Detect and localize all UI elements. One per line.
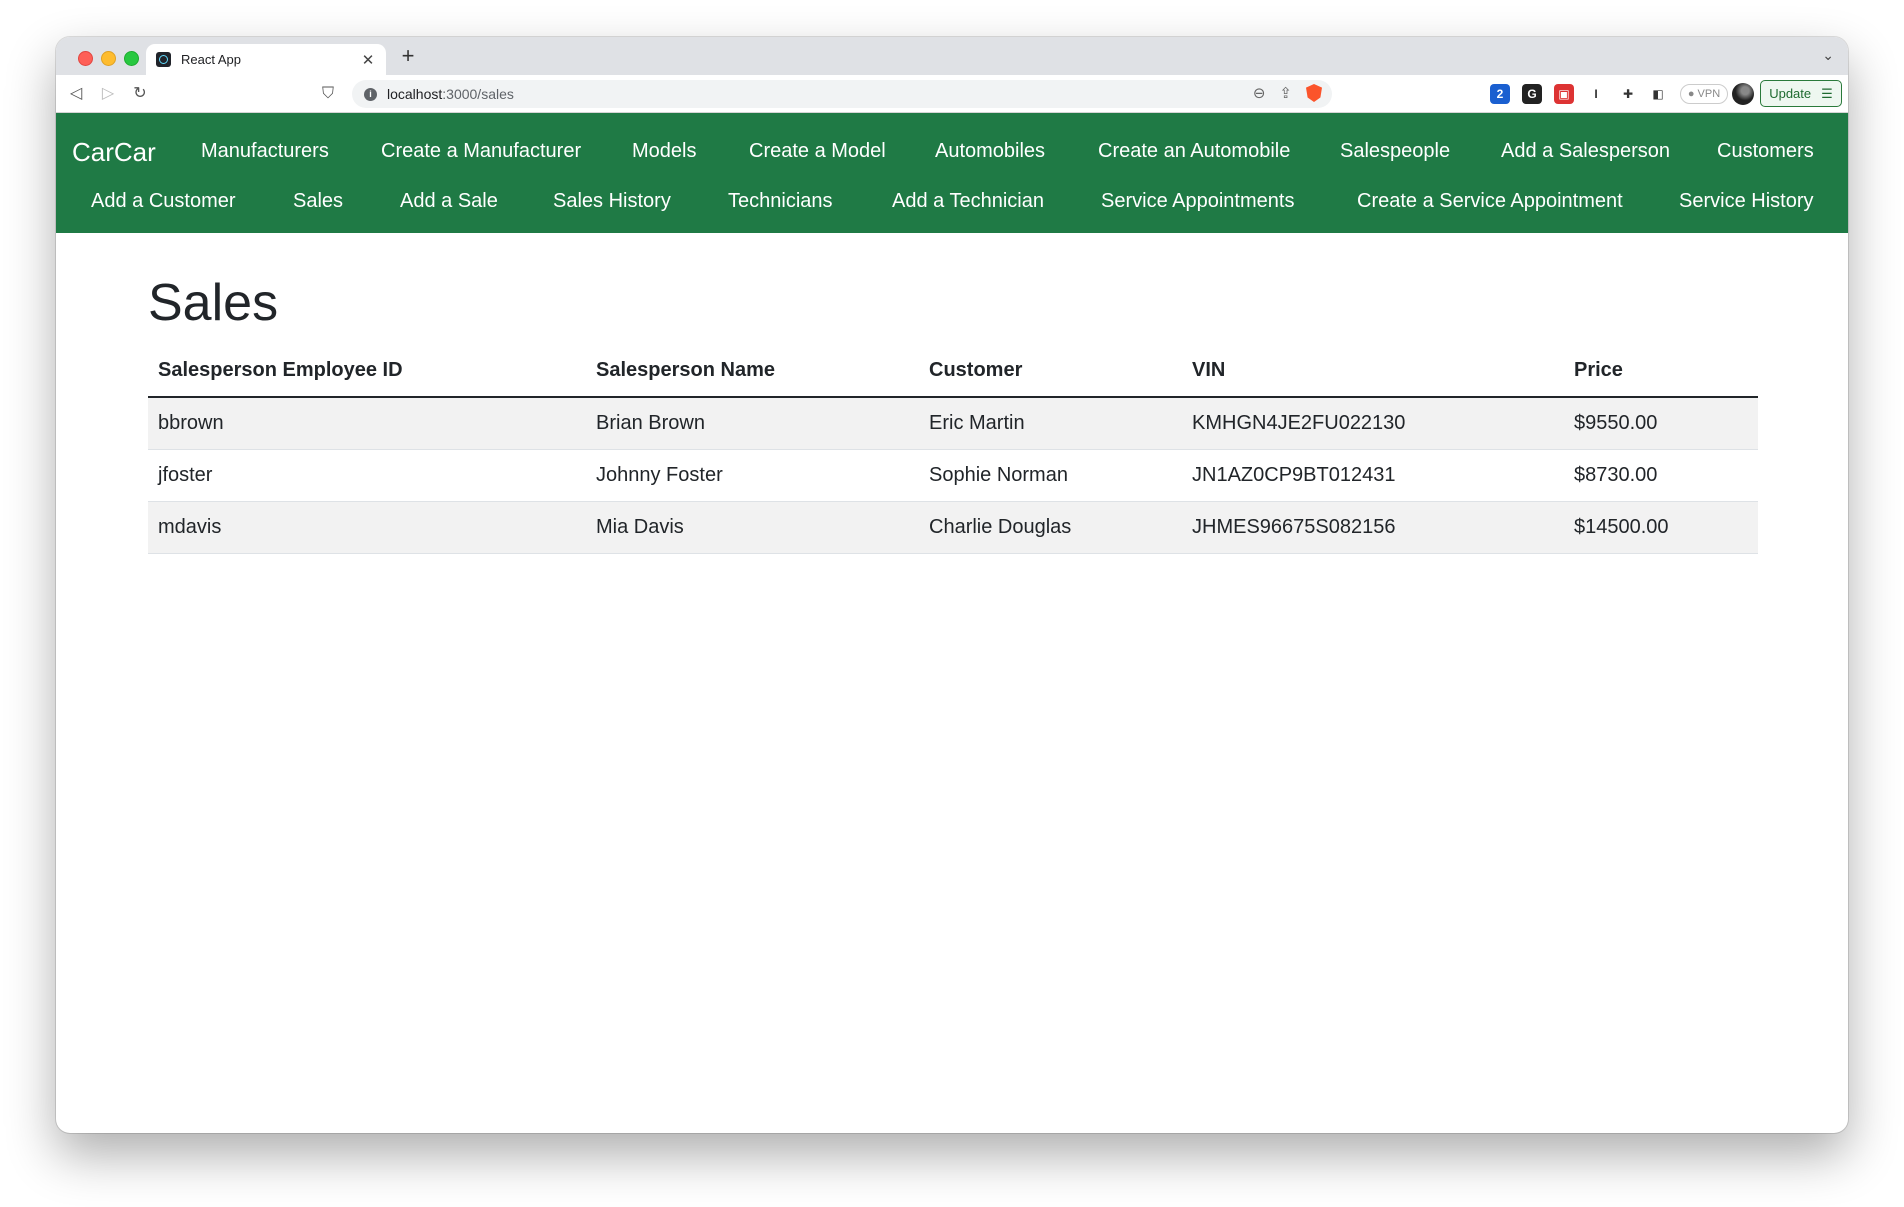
- nav-link-sales-history[interactable]: Sales History: [553, 190, 671, 213]
- brave-shields-icon[interactable]: [1306, 84, 1322, 102]
- cell-customer: Eric Martin: [919, 397, 1182, 450]
- site-info-icon[interactable]: i: [364, 87, 377, 101]
- back-icon[interactable]: ◁: [66, 84, 86, 104]
- cell-vin: JHMES96675S082156: [1182, 501, 1564, 554]
- new-tab-button[interactable]: +: [396, 44, 420, 68]
- cell-employee-id: mdavis: [148, 501, 586, 554]
- nav-link-customers[interactable]: Customers: [1717, 140, 1814, 163]
- column-header-vin: VIN: [1182, 349, 1564, 398]
- tab-strip: React App ✕ + ⌄: [56, 37, 1848, 75]
- nav-link-manufacturers[interactable]: Manufacturers: [201, 140, 329, 163]
- nav-link-add-salesperson[interactable]: Add a Salesperson: [1501, 140, 1670, 163]
- address-bar-actions: ⊖ ⇪: [1253, 84, 1322, 102]
- nav-link-automobiles[interactable]: Automobiles: [935, 140, 1045, 163]
- close-window-button[interactable]: [78, 51, 93, 66]
- column-header-employee-id: Salesperson Employee ID: [148, 349, 586, 398]
- reload-icon[interactable]: ↻: [130, 84, 150, 104]
- brand-link[interactable]: CarCar: [72, 137, 156, 168]
- tab-title: React App: [181, 52, 241, 67]
- nav-link-create-manufacturer[interactable]: Create a Manufacturer: [381, 140, 581, 163]
- zoom-icon[interactable]: ⊖: [1253, 84, 1266, 102]
- browser-toolbar: ◁ ▷ ↻ ⛉ i localhost:3000/sales ⊖ ⇪ 2 G ▣…: [56, 75, 1848, 113]
- nav-link-technicians[interactable]: Technicians: [728, 190, 833, 213]
- page-title: Sales: [148, 274, 279, 332]
- nav-link-add-customer[interactable]: Add a Customer: [91, 190, 236, 213]
- cell-price: $9550.00: [1564, 397, 1758, 450]
- tab-close-icon[interactable]: ✕: [360, 51, 376, 69]
- column-header-customer: Customer: [919, 349, 1182, 398]
- menu-icon: ☰: [1821, 85, 1833, 101]
- browser-tab[interactable]: React App ✕: [146, 44, 386, 75]
- update-button[interactable]: Update ☰: [1760, 80, 1842, 107]
- browser-window: React App ✕ + ⌄ ◁ ▷ ↻ ⛉ i localhost:3000…: [56, 37, 1848, 1133]
- tab-search-chevron-icon[interactable]: ⌄: [1822, 47, 1834, 64]
- bookmark-icon[interactable]: ⛉: [318, 84, 338, 104]
- maximize-window-button[interactable]: [124, 51, 139, 66]
- table-row: jfoster Johnny Foster Sophie Norman JN1A…: [148, 449, 1758, 502]
- extension-red-icon[interactable]: ▣: [1554, 84, 1574, 104]
- table-header-row: Salesperson Employee ID Salesperson Name…: [148, 349, 1758, 398]
- cell-employee-id: bbrown: [148, 397, 586, 450]
- cell-vin: JN1AZ0CP9BT012431: [1182, 449, 1564, 502]
- url-host: localhost: [387, 86, 443, 102]
- cell-price: $8730.00: [1564, 449, 1758, 502]
- extension-calendar-icon[interactable]: 2: [1490, 84, 1510, 104]
- cell-customer: Charlie Douglas: [919, 501, 1182, 554]
- column-header-price: Price: [1564, 349, 1758, 398]
- cell-salesperson-name: Johnny Foster: [586, 449, 919, 502]
- nav-link-models[interactable]: Models: [632, 140, 696, 163]
- cell-employee-id: jfoster: [148, 449, 586, 502]
- nav-link-create-service-appointment[interactable]: Create a Service Appointment: [1357, 190, 1623, 213]
- address-bar[interactable]: i localhost:3000/sales ⊖ ⇪: [352, 80, 1332, 108]
- react-favicon-icon: [156, 52, 171, 67]
- url-path: :3000/sales: [442, 86, 514, 102]
- share-icon[interactable]: ⇪: [1279, 84, 1292, 102]
- table-row: bbrown Brian Brown Eric Martin KMHGN4JE2…: [148, 397, 1758, 450]
- sales-table: Salesperson Employee ID Salesperson Name…: [148, 349, 1758, 554]
- nav-link-create-model[interactable]: Create a Model: [749, 140, 886, 163]
- nav-link-service-appointments[interactable]: Service Appointments: [1101, 190, 1294, 213]
- nav-link-add-technician[interactable]: Add a Technician: [892, 190, 1044, 213]
- window-controls: [78, 51, 139, 66]
- nav-link-create-automobile[interactable]: Create an Automobile: [1098, 140, 1290, 163]
- cell-customer: Sophie Norman: [919, 449, 1182, 502]
- extension-grammarly-icon[interactable]: G: [1522, 84, 1542, 104]
- sidebar-icon[interactable]: ◧: [1648, 84, 1668, 104]
- vpn-button[interactable]: ● VPN: [1680, 84, 1728, 104]
- table-row: mdavis Mia Davis Charlie Douglas JHMES96…: [148, 501, 1758, 554]
- nav-link-service-history[interactable]: Service History: [1679, 190, 1813, 213]
- cell-price: $14500.00: [1564, 501, 1758, 554]
- extension-cursor-icon[interactable]: I: [1586, 84, 1606, 104]
- app-navbar: CarCar Manufacturers Create a Manufactur…: [56, 113, 1848, 233]
- column-header-salesperson-name: Salesperson Name: [586, 349, 919, 398]
- extensions-puzzle-icon[interactable]: ✚: [1618, 84, 1638, 104]
- minimize-window-button[interactable]: [101, 51, 116, 66]
- nav-link-add-sale[interactable]: Add a Sale: [400, 190, 498, 213]
- nav-link-salespeople[interactable]: Salespeople: [1340, 140, 1450, 163]
- cell-vin: KMHGN4JE2FU022130: [1182, 397, 1564, 450]
- forward-icon[interactable]: ▷: [98, 84, 118, 104]
- profile-avatar-icon[interactable]: [1732, 83, 1754, 105]
- cell-salesperson-name: Brian Brown: [586, 397, 919, 450]
- nav-link-sales[interactable]: Sales: [293, 190, 343, 213]
- cell-salesperson-name: Mia Davis: [586, 501, 919, 554]
